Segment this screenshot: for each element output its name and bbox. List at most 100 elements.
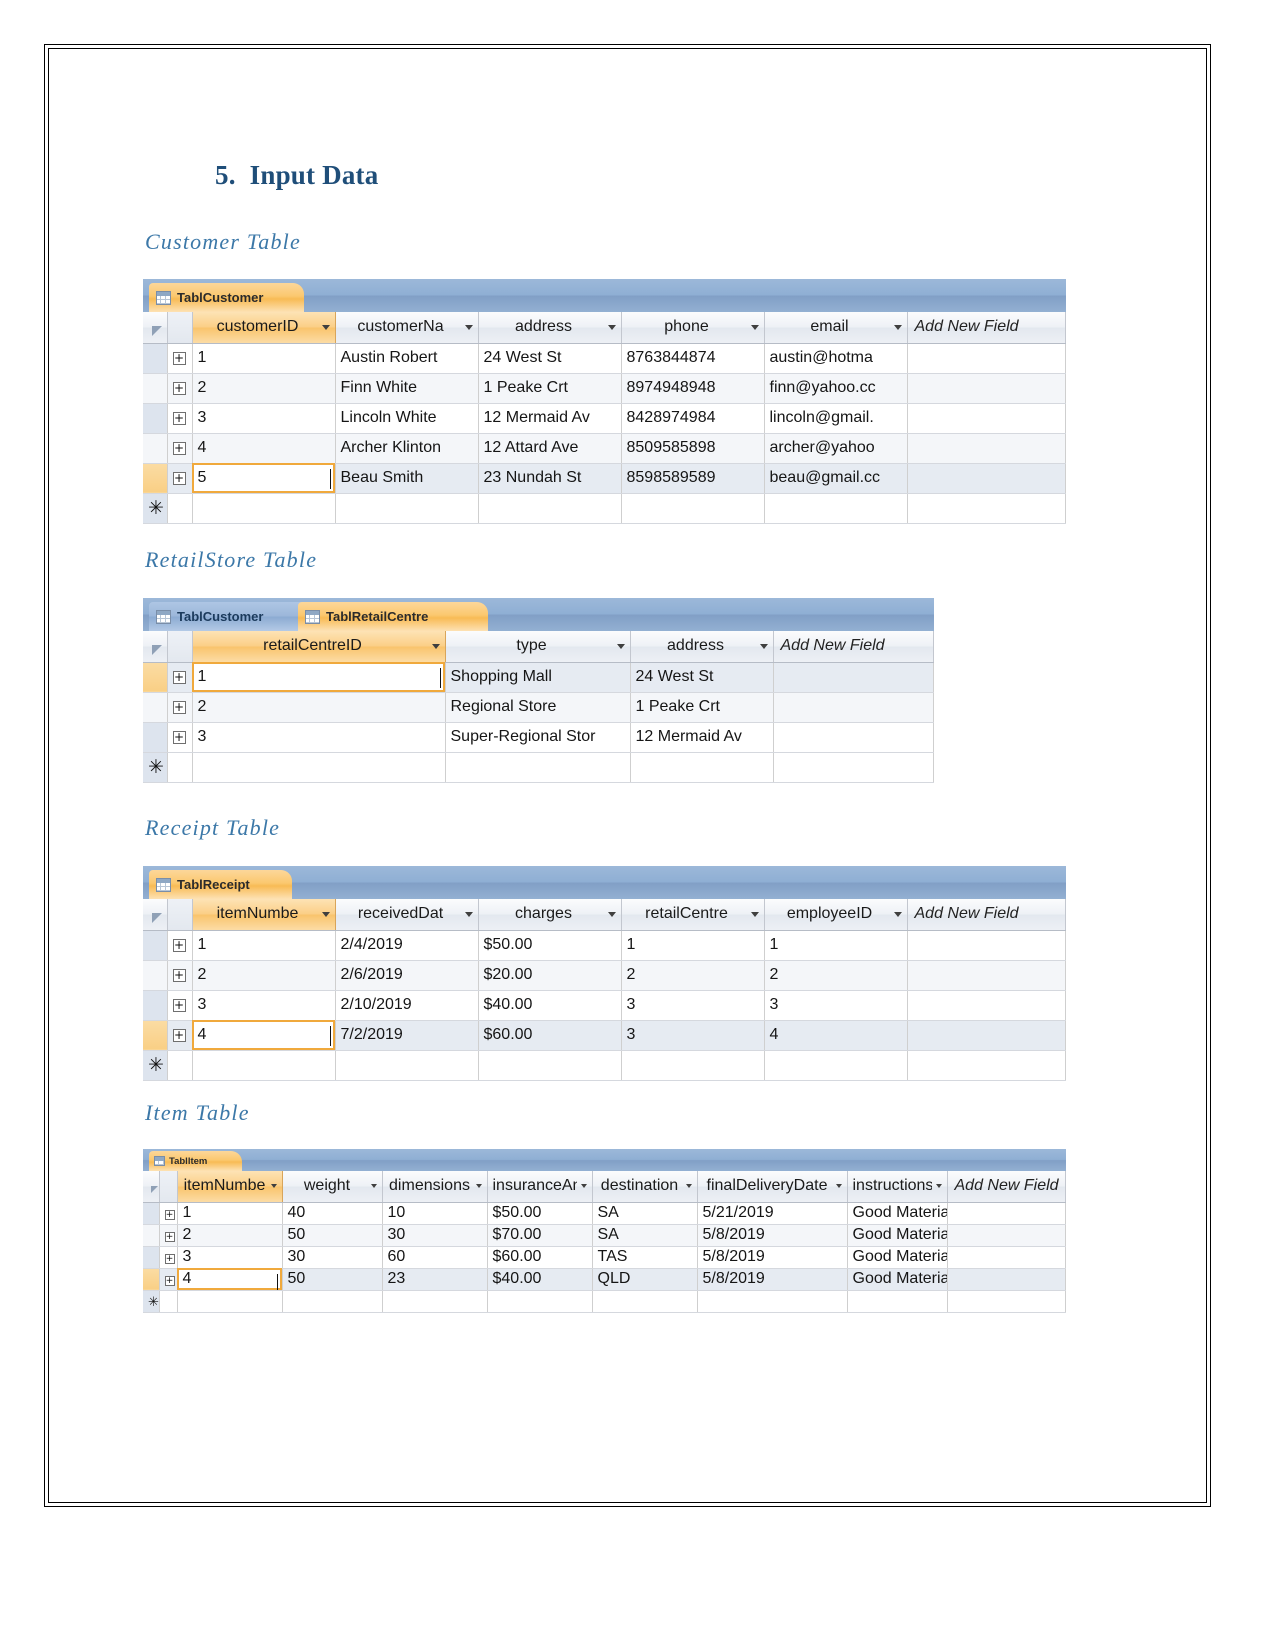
new-record-marker[interactable]: ✳ — [143, 1290, 160, 1313]
column-header-phone[interactable]: phone — [621, 312, 765, 344]
table-cell[interactable]: 8428974984 — [621, 403, 765, 434]
table-cell[interactable]: 5/8/2019 — [697, 1246, 848, 1269]
table-row[interactable]: +3 30 60 $60.00 TAS 5/8/2019 Good Material — [143, 1246, 1066, 1269]
column-header-receivedDat[interactable]: receivedDat — [335, 899, 479, 931]
record-selector[interactable] — [143, 1202, 160, 1225]
chevron-down-icon[interactable] — [750, 324, 759, 330]
record-selector[interactable] — [143, 930, 168, 961]
table-cell[interactable]: Good Material — [847, 1268, 948, 1291]
table-cell[interactable]: 8763844874 — [621, 343, 765, 374]
table-cell[interactable]: 12 Mermaid Av — [630, 722, 774, 753]
table-cell[interactable]: 1 — [192, 343, 336, 374]
record-selector[interactable] — [143, 403, 168, 434]
table-cell[interactable]: 4 — [764, 1020, 908, 1051]
row-expand-button[interactable]: + — [159, 1224, 178, 1247]
new-record-row[interactable]: ✳ — [143, 752, 934, 783]
record-selector[interactable] — [143, 960, 168, 991]
record-selector[interactable] — [143, 343, 168, 374]
table-cell[interactable]: 1 — [192, 930, 336, 961]
table-cell[interactable]: Lincoln White — [335, 403, 479, 434]
new-record-cell[interactable] — [177, 1290, 283, 1313]
table-cell[interactable]: 12 Mermaid Av — [478, 403, 622, 434]
table-cell[interactable]: 2 — [192, 692, 446, 723]
column-header-destination[interactable]: destination — [592, 1171, 698, 1203]
table-row[interactable]: +2 Regional Store 1 Peake Crt — [143, 692, 934, 723]
column-header-dimensions[interactable]: dimensions — [382, 1171, 488, 1203]
table-cell[interactable]: TAS — [592, 1246, 698, 1269]
record-selector[interactable] — [143, 722, 168, 753]
record-selector[interactable] — [143, 692, 168, 723]
table-cell[interactable]: 3 — [192, 722, 446, 753]
new-record-cell[interactable] — [192, 493, 336, 524]
table-cell[interactable]: 2/4/2019 — [335, 930, 479, 961]
table-row[interactable]: +1 Austin Robert 24 West St 8763844874 austi… — [143, 343, 1066, 374]
new-record-cell[interactable] — [282, 1290, 383, 1313]
table-cell[interactable]: $20.00 — [478, 960, 622, 991]
add-new-field-header[interactable]: Add New Field — [947, 1171, 1066, 1203]
row-expand-button[interactable]: + — [167, 373, 193, 404]
column-header-address[interactable]: address — [478, 312, 622, 344]
column-header-address[interactable]: address — [630, 631, 774, 663]
table-cell[interactable]: 5 — [192, 463, 336, 494]
new-record-cell[interactable] — [592, 1290, 698, 1313]
table-row[interactable]: +2 2/6/2019 $20.00 2 2 — [143, 960, 1066, 991]
row-expand-button[interactable]: + — [167, 433, 193, 464]
record-selector[interactable] — [143, 373, 168, 404]
table-cell[interactable]: 1 — [621, 930, 765, 961]
table-cell[interactable]: lincoln@gmail. — [764, 403, 908, 434]
new-record-cell[interactable] — [764, 493, 908, 524]
table-cell[interactable]: Good Material — [847, 1224, 948, 1247]
chevron-down-icon[interactable] — [685, 1184, 692, 1189]
table-cell[interactable]: 60 — [382, 1246, 488, 1269]
table-cell[interactable]: 2 — [621, 960, 765, 991]
table-cell[interactable]: $40.00 — [478, 990, 622, 1021]
table-cell[interactable]: beau@gmail.cc — [764, 463, 908, 494]
new-record-marker[interactable]: ✳ — [143, 1050, 168, 1081]
new-record-cell[interactable] — [335, 493, 479, 524]
column-header-insuranceAn[interactable]: insuranceAn — [487, 1171, 593, 1203]
table-cell[interactable]: Good Material — [847, 1202, 948, 1225]
record-selector[interactable] — [143, 433, 168, 464]
table-cell[interactable]: $70.00 — [487, 1224, 593, 1247]
table-cell[interactable]: 4 — [192, 1020, 336, 1051]
table-cell[interactable]: 1 — [764, 930, 908, 961]
table-cell[interactable]: 1 — [177, 1202, 283, 1225]
new-record-cell[interactable] — [335, 1050, 479, 1081]
table-cell[interactable]: 40 — [282, 1202, 383, 1225]
new-record-cell[interactable] — [445, 752, 631, 783]
table-cell[interactable]: 3 — [177, 1246, 283, 1269]
column-header-retailCentreID[interactable]: retailCentreID — [192, 631, 446, 663]
table-cell[interactable]: 1 Peake Crt — [630, 692, 774, 723]
table-cell[interactable]: 8509585898 — [621, 433, 765, 464]
select-all-corner[interactable] — [143, 899, 168, 931]
table-cell[interactable]: 2/10/2019 — [335, 990, 479, 1021]
table-cell[interactable]: 30 — [382, 1224, 488, 1247]
select-all-corner[interactable] — [143, 631, 168, 663]
table-cell[interactable]: 2 — [192, 373, 336, 404]
chevron-down-icon[interactable] — [464, 324, 473, 330]
chevron-down-icon[interactable] — [935, 1184, 942, 1189]
row-expand-button[interactable]: + — [167, 463, 193, 494]
table-cell[interactable]: Shopping Mall — [445, 662, 631, 693]
table-cell[interactable]: 5/8/2019 — [697, 1268, 848, 1291]
row-expand-button[interactable]: + — [167, 662, 193, 693]
column-header-charges[interactable]: charges — [478, 899, 622, 931]
chevron-down-icon[interactable] — [370, 1184, 377, 1189]
datasheet-tab-active[interactable]: TablReceipt — [149, 870, 292, 899]
chevron-down-icon[interactable] — [759, 643, 768, 649]
table-cell[interactable]: 2 — [192, 960, 336, 991]
table-cell[interactable]: QLD — [592, 1268, 698, 1291]
table-cell[interactable]: $50.00 — [487, 1202, 593, 1225]
table-cell[interactable]: 24 West St — [630, 662, 774, 693]
chevron-down-icon[interactable] — [321, 911, 330, 917]
new-record-cell[interactable] — [630, 752, 774, 783]
chevron-down-icon[interactable] — [464, 911, 473, 917]
table-cell[interactable]: 4 — [192, 433, 336, 464]
table-row[interactable]: +3 2/10/2019 $40.00 3 3 — [143, 990, 1066, 1021]
column-header-finalDeliveryDate[interactable]: finalDeliveryDate — [697, 1171, 848, 1203]
column-header-customerNa[interactable]: customerNa — [335, 312, 479, 344]
row-expand-button[interactable]: + — [159, 1246, 178, 1269]
table-row[interactable]: +4 7/2/2019 $60.00 3 4 — [143, 1020, 1066, 1051]
table-cell[interactable]: 5/21/2019 — [697, 1202, 848, 1225]
row-expand-button[interactable]: + — [159, 1202, 178, 1225]
